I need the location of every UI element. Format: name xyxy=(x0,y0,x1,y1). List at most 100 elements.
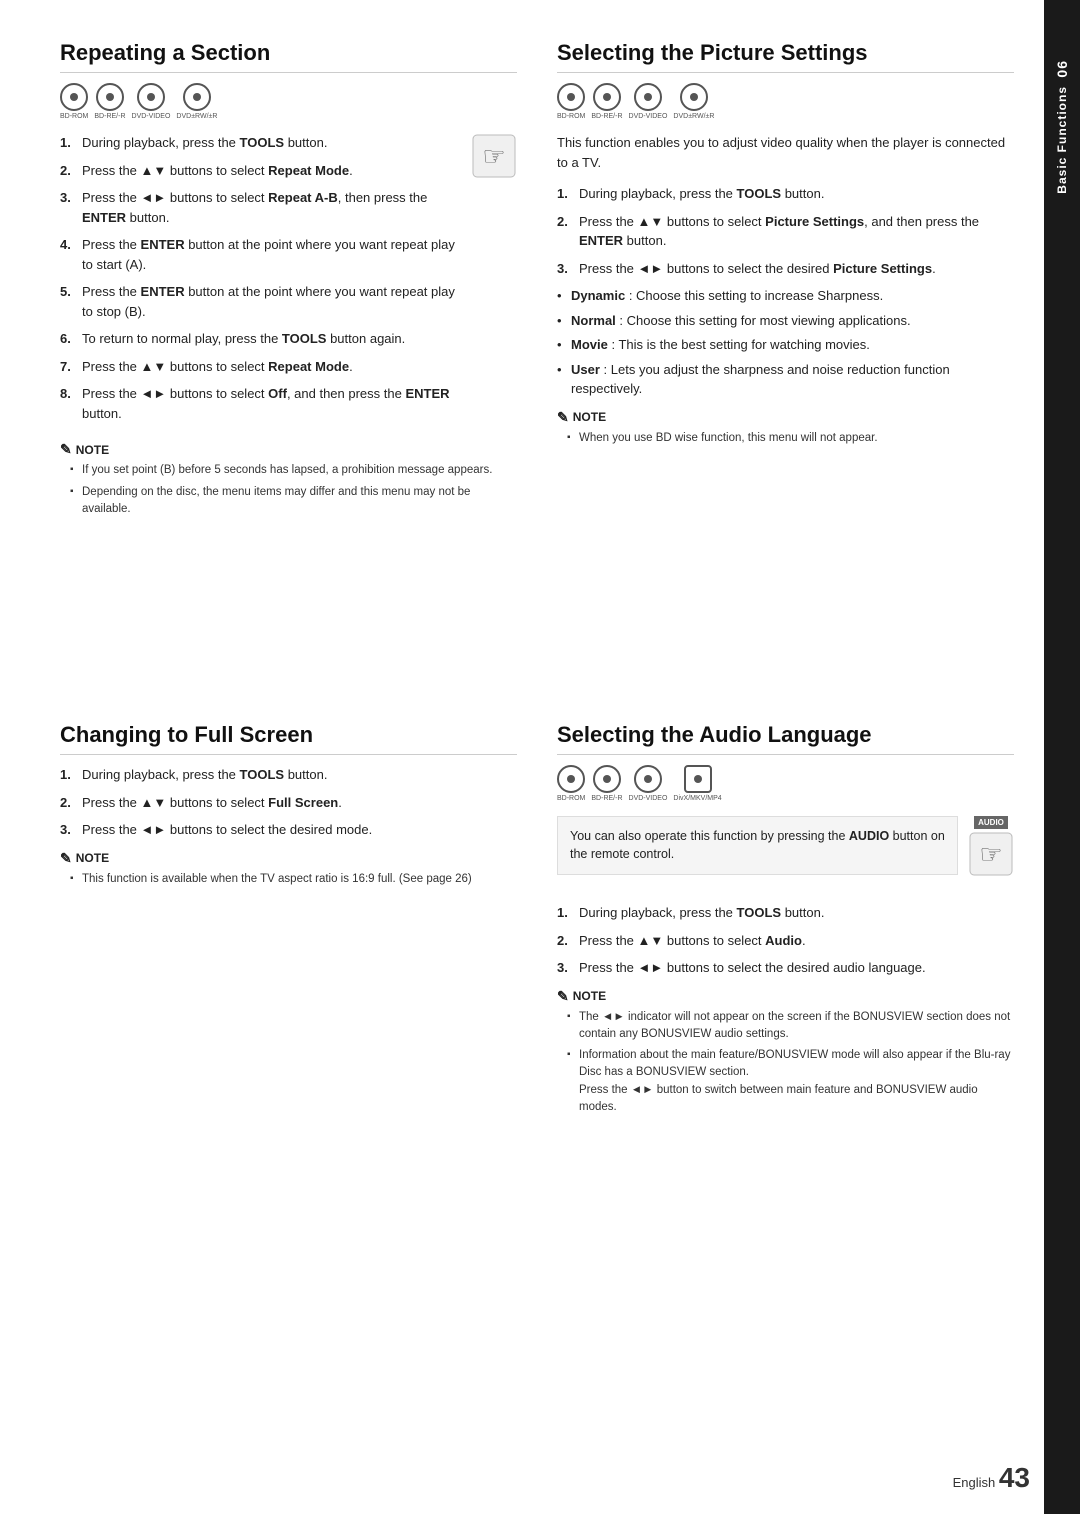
audio-label-box: AUDIO xyxy=(974,816,1008,829)
audio-steps: 1. During playback, press the TOOLS butt… xyxy=(557,903,1014,978)
audio-language-title: Selecting the Audio Language xyxy=(557,722,1014,755)
pic-step-2: 2. Press the ▲▼ buttons to select Pictur… xyxy=(557,212,1014,251)
full-screen-section: Changing to Full Screen 1. During playba… xyxy=(60,722,517,1186)
audio-info-text: You can also operate this function by pr… xyxy=(557,816,958,876)
fs-step-1: 1. During playback, press the TOOLS butt… xyxy=(60,765,517,785)
disc-icon-dvdrw: DVD±RW/±R xyxy=(176,83,217,121)
p-disc-label-dvdrw: DVD±RW/±R xyxy=(673,113,714,121)
p-disc-icon-dvdvideo: DVD-VIDEO xyxy=(629,83,668,121)
audio-language-section: Selecting the Audio Language BD-ROM BD-R… xyxy=(557,722,1014,1474)
page-footer: English 43 xyxy=(953,1462,1030,1494)
audio-note-item-2: Information about the main feature/BONUS… xyxy=(567,1047,1014,1116)
audio-info-box: You can also operate this function by pr… xyxy=(557,816,1014,890)
audio-step-1: 1. During playback, press the TOOLS butt… xyxy=(557,903,1014,923)
full-screen-note: ✎ NOTE This function is available when t… xyxy=(60,850,517,888)
p-disc-label-bdre: BD-RE/-R xyxy=(591,113,622,121)
p-disc-icon-bdrom: BD-ROM xyxy=(557,83,585,121)
a-disc-icon-dvdvideo: DVD-VIDEO xyxy=(629,765,668,803)
fs-note-label: NOTE xyxy=(76,851,109,865)
footer-lang: English xyxy=(953,1475,996,1490)
audio-note-items: The ◄► indicator will not appear on the … xyxy=(557,1009,1014,1117)
disc-circle-bdre xyxy=(96,83,124,111)
audio-note-pencil-icon: ✎ xyxy=(557,988,569,1005)
p-disc-circle-bdre xyxy=(593,83,621,111)
pic-step-1: 1. During playback, press the TOOLS butt… xyxy=(557,184,1014,204)
a-disc-label-bdrom: BD-ROM xyxy=(557,795,585,803)
sidebar-tab: 06 Basic Functions xyxy=(1044,0,1080,1514)
audio-note-item-1: The ◄► indicator will not appear on the … xyxy=(567,1009,1014,1044)
fs-note-item-1: This function is available when the TV a… xyxy=(70,871,517,888)
picture-disc-icons: BD-ROM BD-RE/-R DVD-VIDEO DVD±RW/±R xyxy=(557,83,1014,121)
footer-page: 43 xyxy=(999,1462,1030,1493)
disc-label-bdrom: BD-ROM xyxy=(60,113,88,121)
step-7: 7. Press the ▲▼ buttons to select Repeat… xyxy=(60,357,463,377)
pic-step-3: 3. Press the ◄► buttons to select the de… xyxy=(557,259,1014,279)
disc-icon-bdrom: BD-ROM xyxy=(60,83,88,121)
repeating-steps: 1. During playback, press the TOOLS butt… xyxy=(60,133,463,431)
picture-steps: 1. During playback, press the TOOLS butt… xyxy=(557,184,1014,278)
bullet-user: User : Lets you adjust the sharpness and… xyxy=(557,360,1014,399)
disc-circle-bdrom xyxy=(60,83,88,111)
p-disc-circle-dvdvideo xyxy=(634,83,662,111)
a-disc-icon-bdre: BD-RE/-R xyxy=(591,765,622,803)
step-6: 6. To return to normal play, press the T… xyxy=(60,329,463,349)
a-disc-circle-dvdvideo xyxy=(634,765,662,793)
pic-note-label: NOTE xyxy=(573,410,606,424)
pic-note-items: When you use BD wise function, this menu… xyxy=(557,430,1014,447)
audio-note: ✎ NOTE The ◄► indicator will not appear … xyxy=(557,988,1014,1117)
svg-text:☞: ☞ xyxy=(979,839,1002,869)
step-4: 4. Press the ENTER button at the point w… xyxy=(60,235,463,274)
fs-note-items: This function is available when the TV a… xyxy=(60,871,517,888)
disc-label-dvdrw: DVD±RW/±R xyxy=(176,113,217,121)
p-disc-label-dvdvideo: DVD-VIDEO xyxy=(629,113,668,121)
bullet-dynamic: Dynamic : Choose this setting to increas… xyxy=(557,286,1014,306)
p-disc-label-bdrom: BD-ROM xyxy=(557,113,585,121)
fs-note-pencil-icon: ✎ xyxy=(60,850,72,867)
repeating-section-title: Repeating a Section xyxy=(60,40,517,73)
picture-note: ✎ NOTE When you use BD wise function, th… xyxy=(557,409,1014,447)
note-pencil-icon: ✎ xyxy=(60,441,72,458)
note-item-2: Depending on the disc, the menu items ma… xyxy=(70,484,517,519)
disc-icon-dvdvideo: DVD-VIDEO xyxy=(132,83,171,121)
bullet-normal: Normal : Choose this setting for most vi… xyxy=(557,311,1014,331)
p-disc-icon-dvdrw: DVD±RW/±R xyxy=(673,83,714,121)
repeating-note: ✎ NOTE If you set point (B) before 5 sec… xyxy=(60,441,517,518)
fs-step-2: 2. Press the ▲▼ buttons to select Full S… xyxy=(60,793,517,813)
sidebar-page-num: 06 xyxy=(1054,60,1070,78)
fs-step-3: 3. Press the ◄► buttons to select the de… xyxy=(60,820,517,840)
full-screen-title: Changing to Full Screen xyxy=(60,722,517,755)
audio-step-3: 3. Press the ◄► buttons to select the de… xyxy=(557,958,1014,978)
a-disc-icon-bdrom: BD-ROM xyxy=(557,765,585,803)
repeating-section: Repeating a Section BD-ROM BD-RE/-R DVD-… xyxy=(60,40,517,548)
note-label: NOTE xyxy=(76,443,109,457)
pic-note-pencil-icon: ✎ xyxy=(557,409,569,426)
disc-icon-bdre: BD-RE/-R xyxy=(94,83,125,121)
a-disc-label-dvdvideo: DVD-VIDEO xyxy=(629,795,668,803)
pic-note-item-1: When you use BD wise function, this menu… xyxy=(567,430,1014,447)
audio-note-label: NOTE xyxy=(573,989,606,1003)
audio-hand-icon: AUDIO ☞ xyxy=(968,816,1014,877)
p-disc-icon-bdre: BD-RE/-R xyxy=(591,83,622,121)
disc-circle-dvdrw xyxy=(183,83,211,111)
disc-label-bdre: BD-RE/-R xyxy=(94,113,125,121)
a-disc-circle-bdre xyxy=(593,765,621,793)
disc-label-dvdvideo: DVD-VIDEO xyxy=(132,113,171,121)
audio-disc-icons: BD-ROM BD-RE/-R DVD-VIDEO DivX/MKV/MP4 xyxy=(557,765,1014,803)
picture-bullet-list: Dynamic : Choose this setting to increas… xyxy=(557,286,1014,399)
picture-settings-title: Selecting the Picture Settings xyxy=(557,40,1014,73)
sidebar-label: Basic Functions xyxy=(1055,86,1069,194)
step-8: 8. Press the ◄► buttons to select Off, a… xyxy=(60,384,463,423)
full-screen-steps: 1. During playback, press the TOOLS butt… xyxy=(60,765,517,840)
disc-circle-dvdvideo xyxy=(137,83,165,111)
svg-text:☞: ☞ xyxy=(482,141,505,171)
step-2: 2. Press the ▲▼ buttons to select Repeat… xyxy=(60,161,463,181)
a-disc-circle-bdrom xyxy=(557,765,585,793)
step-5: 5. Press the ENTER button at the point w… xyxy=(60,282,463,321)
picture-settings-section: Selecting the Picture Settings BD-ROM BD… xyxy=(557,40,1014,722)
audio-step-2: 2. Press the ▲▼ buttons to select Audio. xyxy=(557,931,1014,951)
p-disc-circle-dvdrw xyxy=(680,83,708,111)
repeating-disc-icons: BD-ROM BD-RE/-R DVD-VIDEO DVD±RW/±R xyxy=(60,83,517,121)
a-disc-circle-divx xyxy=(684,765,712,793)
a-disc-label-bdre: BD-RE/-R xyxy=(591,795,622,803)
note-item-1: If you set point (B) before 5 seconds ha… xyxy=(70,462,517,479)
